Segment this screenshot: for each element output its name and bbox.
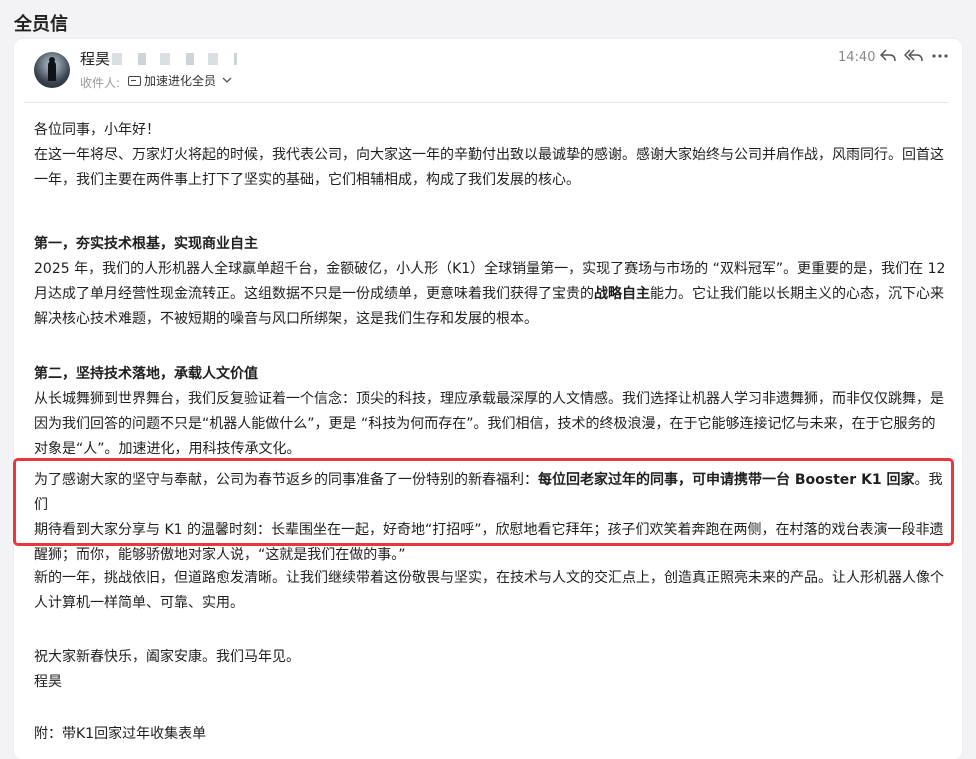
chevron-down-icon[interactable] xyxy=(222,74,232,87)
group-icon xyxy=(128,75,141,86)
section1-text: 能力。它让我们能以长期主义的心态，沉下心来 xyxy=(650,286,944,302)
highlight-line: 醒狮；而你，能够骄傲地对家人说，“这就是我们在做的事。” xyxy=(34,547,406,563)
attachment-note[interactable]: 附：带K1回家过年收集表单 xyxy=(34,722,946,747)
highlight-text: 为了感谢大家的坚守与奉献，公司为春节返乡的同事准备了一份特别的新春福利：每位回老… xyxy=(34,468,946,568)
more-icon[interactable] xyxy=(930,46,950,66)
mail-body: 各位同事，小年好！ 在这一年将尽、万家灯火将起的时候，我代表公司，向大家这一年的… xyxy=(34,118,948,462)
wish-line: 祝大家新春快乐，阖家安康。我们马年见。 xyxy=(34,649,300,665)
signoff: 祝大家新春快乐，阖家安康。我们马年见。 程昊 xyxy=(34,645,946,695)
mail-time: 14:40 xyxy=(838,50,876,65)
highlight-bold: 每位回老家过年的同事，可申请携带一台 Booster K1 回家 xyxy=(538,472,915,488)
recipient-group-label: 加速进化全员 xyxy=(144,74,217,88)
highlight-line: 为了感谢大家的坚守与奉献，公司为春节返乡的同事准备了一份特别的新春福利：每位回老… xyxy=(34,468,946,518)
highlight-line: 期待看到大家分享与 K1 的温馨时刻：长辈围坐在一起，好奇地“打招呼”，欣慰地看… xyxy=(34,522,944,538)
page-title: 全员信 xyxy=(14,14,68,35)
section1-line: 2025 年，我们的人形机器人全球赢单超千台，金额破亿，小人形（K1）全球销量第… xyxy=(34,261,946,277)
section1-title: 第一，夯实技术根基，实现商业自主 xyxy=(34,236,258,252)
sender-avatar[interactable] xyxy=(34,52,70,88)
closing-line: 新的一年，挑战依旧，但道路愈发清晰。让我们继续带着这份敬畏与坚实，在技术与人文的… xyxy=(34,570,944,586)
reply-icon[interactable] xyxy=(878,46,898,66)
header-divider xyxy=(24,102,948,103)
section1-text: 月达成了单月经营性现金流转正。这组数据不只是一份成绩单，更意味着我们获得了宝贵的 xyxy=(34,286,594,302)
section1-line: 解决核心技术难题，不被短期的噪音与风口所绑架，这是我们生存和发展的根本。 xyxy=(34,311,538,327)
closing-line: 人计算机一样简单、可靠、实用。 xyxy=(34,595,244,611)
intro-line: 在这一年将尽、万家灯火将起的时候，我代表公司，向大家这一年的辛勤付出致以最诚挚的… xyxy=(34,147,944,163)
title-bar: 全员信 xyxy=(0,0,976,44)
sender-name[interactable]: 程昊 xyxy=(80,48,110,69)
sender-address-redacted xyxy=(112,53,237,65)
strategic-autonomy: 战略自主 xyxy=(594,286,650,302)
signature: 程昊 xyxy=(34,674,62,690)
section2-line: 因为我们回答的问题不只是“机器人能做什么”，更是 “科技为何而存在”。我们相信，… xyxy=(34,416,936,432)
closing-paragraph: 新的一年，挑战依旧，但道路愈发清晰。让我们继续带着这份敬畏与坚实，在技术与人文的… xyxy=(34,566,946,616)
highlight-span: 为了感谢大家的坚守与奉献，公司为春节返乡的同事准备了一份特别的新春福利： xyxy=(34,472,538,488)
reply-all-icon[interactable] xyxy=(904,46,924,66)
section2-line: 从长城舞狮到世界舞台，我们反复验证着一个信念：顶尖的科技，理应承载最深厚的人文情… xyxy=(34,391,944,407)
avatar-figure xyxy=(48,61,56,81)
greeting: 各位同事，小年好！ xyxy=(34,122,160,138)
intro-line: 一年，我们主要在两件事上打下了坚实的基础，它们相辅相成，构成了我们发展的核心。 xyxy=(34,172,580,188)
recipient-label: 收件人: xyxy=(80,76,121,90)
recipient-group[interactable]: 加速进化全员 xyxy=(128,72,216,89)
section2-title: 第二，坚持技术落地，承载人文价值 xyxy=(34,366,258,382)
section1-line: 月达成了单月经营性现金流转正。这组数据不只是一份成绩单，更意味着我们获得了宝贵的… xyxy=(34,282,948,307)
